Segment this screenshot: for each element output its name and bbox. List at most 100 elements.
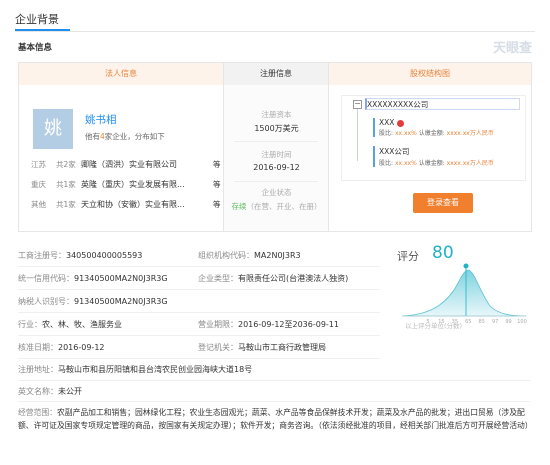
company-link[interactable]: 天立和协（安徽）实业有限... <box>81 199 211 210</box>
divider <box>18 335 380 336</box>
tick-label: 85 <box>479 319 485 325</box>
approve-date-value: 2016-09-12 <box>58 343 105 352</box>
page-title: 企业背景 <box>15 13 59 26</box>
score-marker-dot <box>463 263 469 269</box>
tree-root-company: XXXXXXXXX公司 <box>367 100 429 109</box>
status-badge: 存续 <box>231 202 247 211</box>
industry-value: 农、林、牧、渔服务业 <box>42 320 122 329</box>
amount-label: 认缴金额: <box>418 160 445 167</box>
section-title: 基本信息 <box>18 43 53 53</box>
ratio-label: 股比: <box>379 130 394 137</box>
divider <box>18 358 380 359</box>
divider <box>18 312 380 313</box>
biz-reg-no-label: 工商注册号： <box>18 251 66 260</box>
divider <box>234 181 318 182</box>
company-link[interactable]: 英隆（重庆）实业发展有限... <box>81 179 211 190</box>
person-company-summary: 他有4家企业，分布如下 <box>85 131 165 142</box>
region-label: 其他 <box>31 200 46 209</box>
tree-node-name: XXX公司 <box>379 147 410 156</box>
region-count: 共1家 <box>56 180 76 189</box>
related-company-row[interactable]: 江苏 共2家 卿隆（泗洪）实业有限公司 等 <box>31 159 221 171</box>
divider <box>18 289 380 290</box>
region-label: 江苏 <box>31 160 46 169</box>
reg-time-value: 2016-09-12 <box>253 163 300 172</box>
divider <box>15 31 535 32</box>
authority-value: 马鞍山市工商行政管理局 <box>238 343 326 352</box>
related-company-row[interactable]: 重庆 共1家 英隆（重庆）实业发展有限... 等 <box>31 179 221 191</box>
status-label: 企业状态 <box>261 188 292 197</box>
info-row: 核准日期：2016-09-12 登记机关：马鞍山市工商行政管理局 <box>18 342 388 356</box>
industry-label: 行业： <box>18 320 42 329</box>
legal-column-header: 法人信息 <box>19 63 223 85</box>
login-view-button[interactable]: 登录查看 <box>413 193 473 213</box>
registration-column: 注册信息 注册资本 1500万美元 注册时间 2016-09-12 企业状态 存… <box>224 63 329 231</box>
org-code-value: MA2N0J3R3 <box>254 251 301 260</box>
active-tab-indicator <box>15 29 70 31</box>
english-name-value: 未公开 <box>58 387 82 396</box>
info-row: 行业：农、林、牧、渔服务业 营业期限：2016-09-12至2036-09-11 <box>18 319 388 333</box>
collapse-minus-icon[interactable]: − <box>353 100 362 109</box>
ratio-value: xx.xx% <box>394 130 417 137</box>
approve-date-label: 核准日期： <box>18 343 58 352</box>
reg-capital-value: 1500万美元 <box>254 124 299 133</box>
scope-label: 经营范围： <box>18 408 57 417</box>
amount-label: 认缴金额: <box>418 130 445 137</box>
shareholding-column: 股权结构图 − XXXXXXXXX公司 XXX 股比: xx.xx% 认缴金额:… <box>329 63 531 231</box>
amount-value: xxxx.xx万人民币 <box>446 160 494 167</box>
tick-label: 65 <box>465 319 471 325</box>
region-count: 共1家 <box>56 200 76 209</box>
company-type-label: 企业类型： <box>198 274 238 283</box>
company-type-value: 有限责任公司(台港澳法人独资) <box>238 274 349 283</box>
info-row: 纳税人识别号：91340500MA2N0J3R3G <box>18 296 388 310</box>
avatar[interactable]: 姚 <box>33 109 73 149</box>
company-link[interactable]: 卿隆（泗洪）实业有限公司 <box>81 159 211 170</box>
tree-node[interactable]: XXX 股比: xx.xx% 认缴金额: xxxx.xx万人民币 <box>373 118 523 137</box>
summary-card: 法人信息 姚 姚书相 他有4家企业，分布如下 江苏 共2家 卿隆（泗洪）实业有限… <box>18 62 532 232</box>
ratio-value: xx.xx% <box>394 160 417 167</box>
score-caption: 以上评分单位(分数) <box>405 322 463 330</box>
tick-label: 100 <box>517 319 527 325</box>
biz-term-label: 营业期限： <box>198 320 238 329</box>
score-value: 80 <box>432 243 454 263</box>
region-count: 共2家 <box>56 160 76 169</box>
divider <box>234 141 318 142</box>
amount-value: xxxx.xx万人民币 <box>446 130 494 137</box>
tick-label: 97 <box>492 319 498 325</box>
biz-term-value: 2016-09-12至2036-09-11 <box>238 320 339 329</box>
authority-label: 登记机关： <box>198 343 238 352</box>
watermark-logo: 天眼查 <box>492 41 532 56</box>
more-text: 等 <box>213 160 221 169</box>
english-name-row: 英文名称：未公开 <box>18 386 82 397</box>
status-value: 存续（在营、开业、在册） <box>224 201 329 212</box>
divider <box>18 401 530 402</box>
person-name-link[interactable]: 姚书相 <box>85 112 117 127</box>
credit-code-label: 统一信用代码： <box>18 274 74 283</box>
registration-column-header: 注册信息 <box>224 63 328 85</box>
credit-code-value: 91340500MA2N0J3R3G <box>74 274 168 283</box>
reg-time-label: 注册时间 <box>261 150 292 159</box>
region-label: 重庆 <box>31 180 46 189</box>
flag-icon <box>397 119 405 127</box>
status-note: （在营、开业、在册） <box>246 202 322 211</box>
ratio-label: 股比: <box>379 160 394 167</box>
reg-capital-label: 注册资本 <box>261 110 292 119</box>
scope-value: 农副产品加工和销售；园林绿化工程；农业生态园观光；蔬菜、水产品等食品保鲜技术开发… <box>18 408 533 430</box>
more-text: 等 <box>213 180 221 189</box>
related-company-row[interactable]: 其他 共1家 天立和协（安徽）实业有限... 等 <box>31 199 221 211</box>
shareholding-column-header: 股权结构图 <box>329 63 531 85</box>
tick-label: 99 <box>505 319 511 325</box>
legal-column: 法人信息 姚 姚书相 他有4家企业，分布如下 江苏 共2家 卿隆（泗洪）实业有限… <box>19 63 224 231</box>
tree-connector <box>357 109 358 161</box>
english-name-label: 英文名称： <box>18 387 58 396</box>
tree-node-name: XXX <box>379 118 523 127</box>
org-code-label: 组织机构代码： <box>198 251 254 260</box>
taxpayer-value: 91340500MA2N0J3R3G <box>74 297 168 306</box>
info-row: 统一信用代码：91340500MA2N0J3R3G 企业类型：有限责任公司(台港… <box>18 273 388 287</box>
address-label: 注册地址： <box>18 365 58 374</box>
divider <box>18 380 530 381</box>
more-text: 等 <box>213 200 221 209</box>
node-name-text: XXX <box>379 118 395 127</box>
tree-node-meta: 股比: xx.xx% 认缴金额: xxxx.xx万人民币 <box>379 128 523 137</box>
divider <box>18 266 380 267</box>
tree-node[interactable]: XXX公司 股比: xx.xx% 认缴金额: xxxx.xx万人民币 <box>373 146 523 167</box>
